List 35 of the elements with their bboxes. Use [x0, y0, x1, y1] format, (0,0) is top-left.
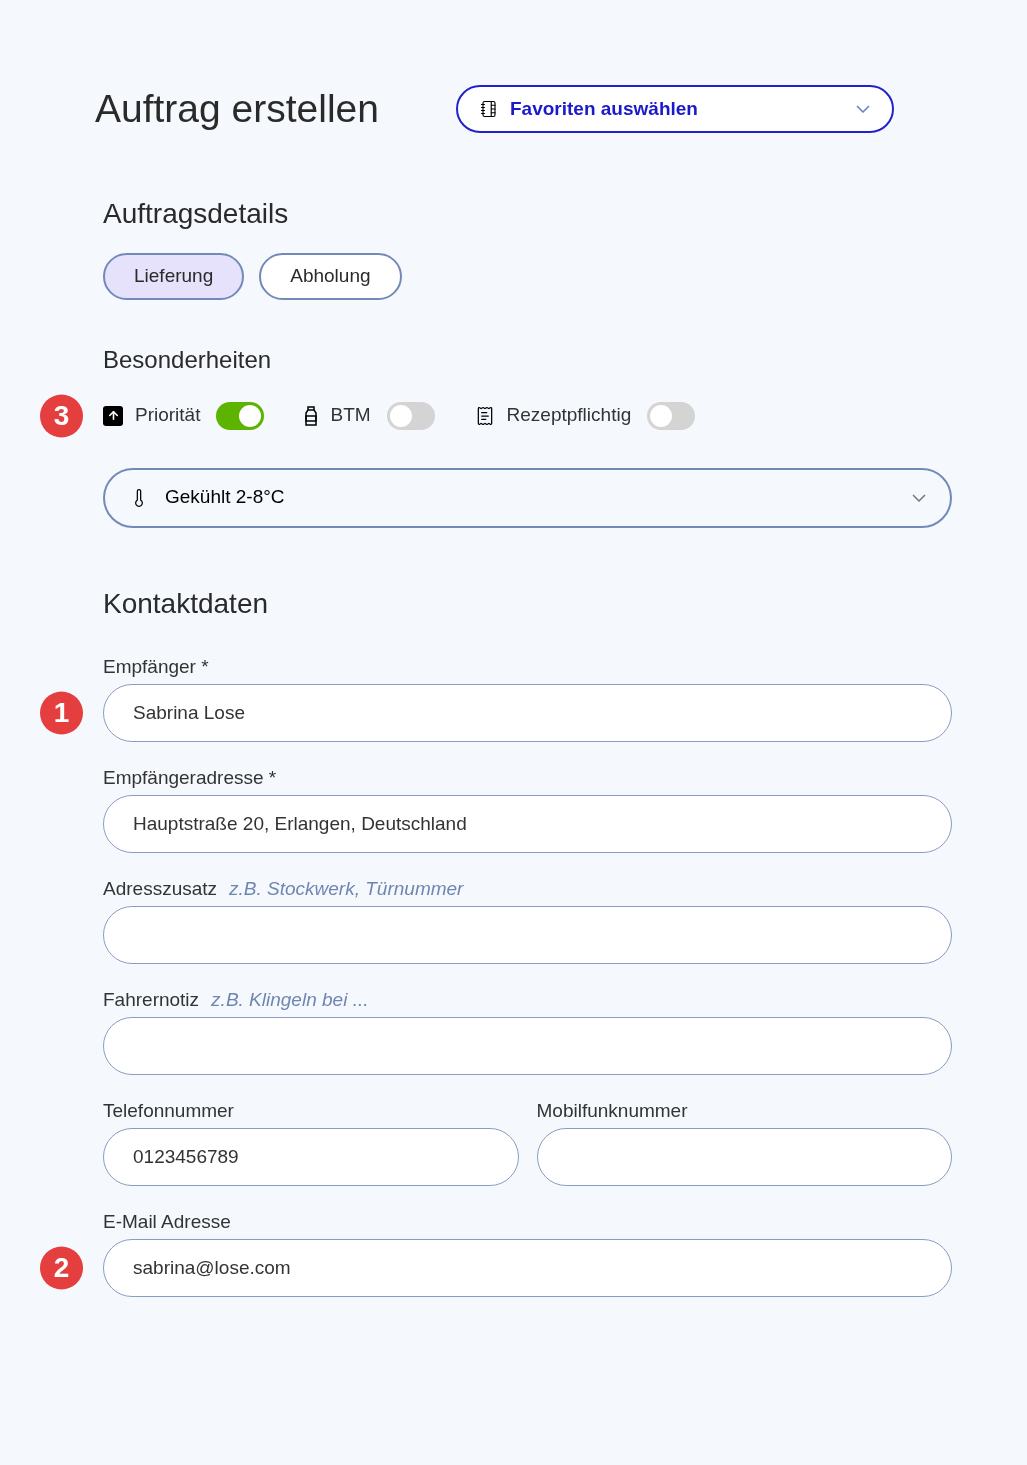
- text-field[interactable]: Hauptstraße 20, Erlangen, Deutschland: [103, 794, 952, 853]
- page-title: Auftrag erstellen: [95, 86, 380, 132]
- toggle-switch[interactable]: [216, 401, 265, 430]
- favorites-dropdown[interactable]: Favoriten auswählen: [456, 85, 894, 134]
- arrow-up-icon: [103, 405, 123, 426]
- step-marker: 1: [40, 691, 83, 734]
- order-type-tab[interactable]: Abholung: [259, 252, 402, 300]
- toggle-label: Rezeptpflichtig: [506, 403, 632, 428]
- field-hint: z.B. Stockwerk, Türnummer: [229, 876, 464, 901]
- text-field[interactable]: Sabrina Lose: [103, 683, 952, 742]
- text-field[interactable]: sabrina@lose.com: [103, 1238, 952, 1297]
- field-hint: z.B. Klingeln bei ...: [211, 987, 369, 1012]
- contact-book-icon: [480, 100, 498, 119]
- toggle-label: BTM: [330, 403, 371, 428]
- toggle-label: Priorität: [135, 403, 201, 428]
- field-label: Mobilfunknummer: [536, 1098, 688, 1123]
- text-field[interactable]: 0123456789: [103, 1127, 519, 1186]
- bottle-icon: [304, 405, 319, 426]
- toggle-switch[interactable]: [386, 401, 435, 430]
- section-subheading: Besonderheiten: [103, 344, 273, 375]
- chevron-down-icon: [856, 105, 870, 114]
- step-marker: 3: [40, 394, 83, 437]
- toggle-switch[interactable]: [647, 401, 696, 430]
- field-label: Telefonnummer: [103, 1098, 234, 1123]
- order-type-tab[interactable]: Lieferung: [103, 252, 245, 300]
- field-label: Adresszusatz: [103, 876, 218, 901]
- section-heading: Kontaktdaten: [103, 586, 270, 621]
- field-label: Fahrernotiz: [103, 987, 200, 1012]
- field-label: Empfängeradresse *: [103, 765, 277, 790]
- temperature-dropdown[interactable]: Gekühlt 2-8°C: [103, 467, 952, 528]
- section-heading: Auftragsdetails: [103, 196, 290, 231]
- chevron-down-icon: [912, 493, 926, 502]
- field-label: Empfänger *: [103, 654, 209, 679]
- step-marker: 2: [40, 1246, 83, 1289]
- field-label: E-Mail Adresse: [103, 1209, 231, 1234]
